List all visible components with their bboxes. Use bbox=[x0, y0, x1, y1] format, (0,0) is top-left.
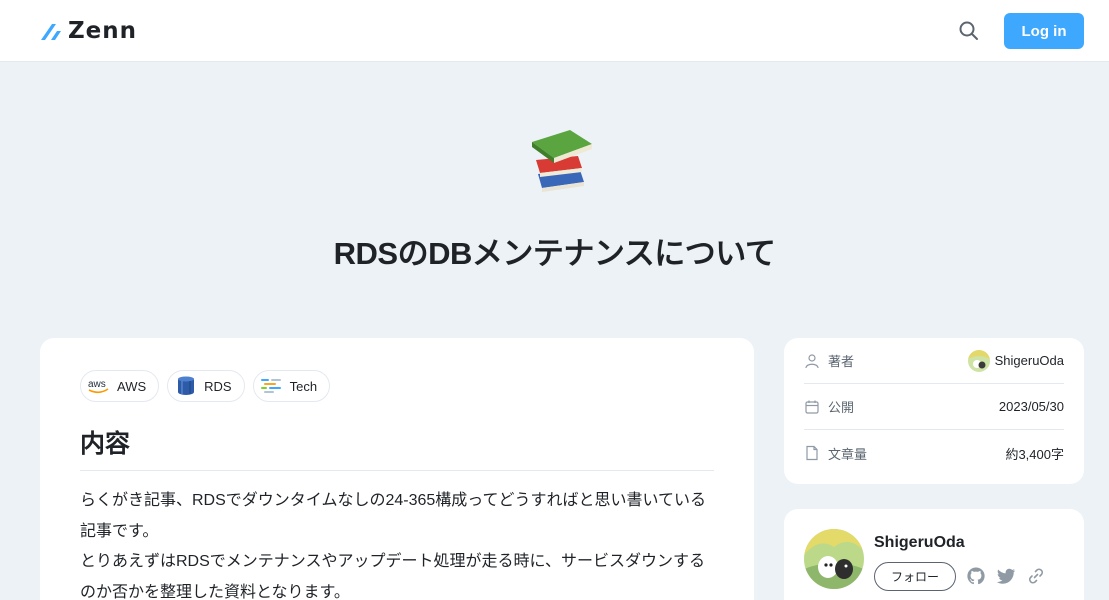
meta-author-name: ShigeruOda bbox=[994, 353, 1064, 368]
article-meta-card: 著者 ShigeruOda 公開 2023/05/30 文章量 約3,400字 bbox=[784, 338, 1084, 484]
follow-button[interactable]: フォロー bbox=[874, 562, 956, 591]
tag-rds[interactable]: RDS bbox=[167, 370, 245, 402]
login-button[interactable]: Log in bbox=[1004, 13, 1084, 49]
meta-length-label: 文章量 bbox=[828, 446, 868, 462]
books-emoji-icon bbox=[532, 130, 592, 192]
meta-author-label: 著者 bbox=[828, 354, 855, 369]
tag-aws[interactable]: aws AWS bbox=[80, 370, 160, 402]
logo-text: Zenn bbox=[68, 18, 138, 44]
author-avatar-small bbox=[967, 349, 990, 372]
github-icon[interactable] bbox=[966, 566, 986, 586]
document-icon bbox=[804, 445, 820, 461]
tag-label: AWS bbox=[117, 378, 147, 394]
zenn-logo[interactable]: Zenn bbox=[40, 19, 137, 43]
svg-text:aws: aws bbox=[88, 379, 106, 390]
tag-label: RDS bbox=[204, 378, 232, 394]
article-title: RDSのDBメンテナンスについて bbox=[333, 236, 776, 271]
section-heading: 内容 bbox=[80, 424, 714, 471]
aws-icon: aws bbox=[87, 374, 111, 398]
top-header: Zenn Log in bbox=[0, 0, 1109, 62]
search-icon[interactable] bbox=[958, 20, 980, 42]
meta-length-value: 約3,400字 bbox=[1005, 446, 1064, 462]
user-icon bbox=[804, 353, 820, 369]
calendar-icon bbox=[804, 399, 820, 415]
meta-length-row: 文章量 約3,400字 bbox=[804, 430, 1064, 476]
meta-published-label: 公開 bbox=[828, 400, 855, 415]
tag-list: aws AWS RDS Tech bbox=[80, 370, 331, 402]
zenn-logo-icon bbox=[41, 24, 61, 40]
paragraph: らくがき記事、RDSでダウンタイムなしの24-365構成ってどうすればと思い書い… bbox=[80, 492, 707, 540]
article-body: らくがき記事、RDSでダウンタイムなしの24-365構成ってどうすればと思い書い… bbox=[80, 486, 720, 600]
tag-tech[interactable]: Tech bbox=[252, 370, 331, 402]
meta-author-row: 著者 ShigeruOda bbox=[804, 338, 1064, 384]
twitter-icon[interactable] bbox=[996, 566, 1016, 586]
link-icon[interactable] bbox=[1026, 566, 1046, 586]
meta-author-link[interactable]: ShigeruOda bbox=[967, 349, 1064, 372]
tag-label: Tech bbox=[289, 378, 318, 394]
meta-published-row: 公開 2023/05/30 bbox=[804, 384, 1064, 430]
meta-published-date: 2023/05/30 bbox=[998, 399, 1064, 414]
author-name[interactable]: ShigeruOda bbox=[874, 534, 965, 552]
author-avatar[interactable] bbox=[804, 529, 864, 589]
rds-icon bbox=[174, 374, 198, 398]
paragraph: とりあえずはRDSでメンテナンスやアップデート処理が走る時に、サービスダウンする… bbox=[80, 553, 705, 600]
author-profile-card: ShigeruOda フォロー bbox=[784, 509, 1084, 600]
article-content-card: aws AWS RDS Tech 内容 らくがき記事、RDSでダウンタイムなしの… bbox=[40, 338, 754, 600]
tech-icon bbox=[260, 374, 284, 398]
